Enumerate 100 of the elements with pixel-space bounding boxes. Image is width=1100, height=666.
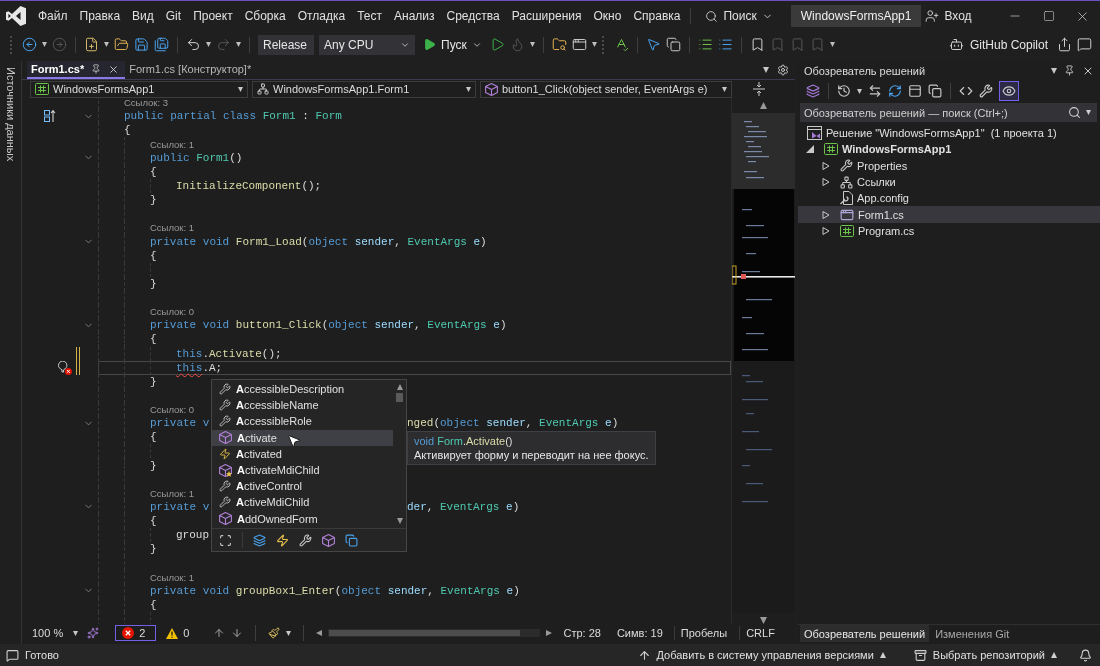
navigation-dropdown[interactable]: WindowsFormsApp1.Form1 [252,80,476,98]
lightbulb-error-icon[interactable] [58,360,72,375]
platform-dropdown[interactable]: Any CPU [319,34,415,55]
pin-icon[interactable] [91,64,102,74]
preview-toggle[interactable] [999,81,1019,101]
reference-count[interactable]: Ссылок: 1 [150,138,195,150]
sign-in-button[interactable]: Вход [921,6,976,26]
menu-item[interactable]: Проект [193,6,233,26]
menu-item[interactable]: Правка [79,6,121,26]
copy-icon[interactable] [665,37,681,52]
tab-list-icon[interactable] [763,67,769,73]
reference-count[interactable]: Ссылок: 1 [150,487,195,499]
copy-icon[interactable] [928,84,942,98]
dropdown-caret-icon[interactable] [1051,67,1057,74]
reference-count[interactable]: Ссылок: 0 [150,306,195,318]
dropdown-caret-icon[interactable] [42,42,47,47]
dropdown-caret-icon[interactable] [829,42,835,47]
sparkle-icon[interactable] [87,627,100,639]
navigation-dropdown[interactable]: button1_Click(object sender, EventArgs e) [480,80,732,98]
completion-item[interactable]: ActivateMdiChild [212,461,393,479]
wrench-icon[interactable] [299,533,312,547]
menu-item[interactable]: Сборка [244,6,286,26]
menu-item[interactable]: Файл [38,6,68,26]
tree-arrow-icon[interactable] [822,226,830,235]
pointer-icon[interactable] [645,37,661,52]
pin-icon[interactable] [1064,65,1075,76]
reference-count[interactable]: Ссылок: 3 [124,98,169,109]
search-field[interactable]: Обозреватель решений — поиск (Ctrl+;) [800,103,1097,122]
reference-count[interactable]: Ссылок: 1 [150,222,195,234]
tree-item[interactable]: Program.cs [798,222,1100,240]
copy-icon[interactable] [345,533,358,547]
dropdown-caret-icon[interactable] [104,42,109,47]
tree-item[interactable]: Properties [798,157,1100,174]
tree-item[interactable]: Решение "WindowsFormsApp1" (1 проекта 1) [798,125,1100,142]
scroll-down-icon[interactable] [760,617,767,624]
grid-arrow-icon[interactable] [44,110,56,123]
scroll-right-icon[interactable] [546,630,553,636]
back-icon[interactable] [22,37,37,52]
cube-icon[interactable] [322,533,335,547]
tree-arrow-icon[interactable] [822,161,830,170]
dropdown-caret-icon[interactable] [591,42,597,47]
zoom-dropdown[interactable]: 100 % [29,627,82,639]
scroll-left-icon[interactable] [316,630,323,636]
completion-item[interactable]: AccessibleRole [212,413,393,430]
configuration-dropdown[interactable]: Release [258,34,314,55]
list-icon[interactable] [697,37,713,52]
arrows-left-right-icon[interactable] [868,84,882,98]
source-control-button[interactable]: Добавить в систему управления версиями [633,645,890,665]
menu-item[interactable]: Тест [357,6,382,26]
scan-icon[interactable] [219,533,232,547]
tree-arrow-icon[interactable] [822,178,830,187]
menu-item[interactable]: Окно [593,6,622,26]
tree-item[interactable]: App.config [798,190,1100,207]
scroll-up-icon[interactable] [760,102,767,109]
scroll-up-icon[interactable] [396,384,403,390]
menu-item[interactable]: Справка [633,6,681,26]
side-tab[interactable]: Источники данных [4,65,17,164]
arrow-down-icon[interactable] [231,627,244,639]
tree-arrow-icon[interactable] [806,145,814,154]
completion-item[interactable]: Activated [212,445,393,462]
panel-tab[interactable]: Изменения Git [931,625,1014,642]
completion-item[interactable]: AccessibleName [212,397,393,414]
tree-item[interactable]: Form1.cs [798,206,1100,223]
dropdown-caret-icon[interactable] [529,42,535,47]
tree-item[interactable]: Ссылки [798,173,1100,191]
open-folder-icon[interactable] [114,37,129,52]
split-view-icon[interactable] [753,82,765,96]
paintbrush-icon[interactable] [268,627,281,639]
refresh-icon[interactable] [888,84,902,98]
bell-icon[interactable] [1079,648,1092,662]
bookmark-icon[interactable] [749,37,765,52]
repository-button[interactable]: Выбрать репозиторий [909,645,1061,665]
copilot-button[interactable]: GitHub Copilot [944,34,1052,55]
line-ending[interactable]: CRLF [739,626,781,640]
menu-item[interactable]: Вид [132,6,154,26]
code-icon[interactable] [959,84,973,98]
warning-count-button[interactable]: 0 [162,627,194,639]
caret-icon[interactable] [286,630,292,636]
reference-count[interactable]: Ссылок: 0 [150,404,195,415]
menu-item[interactable]: Отладка [297,6,346,26]
window-icon[interactable] [571,37,587,52]
line-number[interactable]: Стр: 28 [558,627,606,639]
speech-bubble-icon[interactable] [1077,37,1092,52]
layers-icon[interactable] [253,533,266,547]
completion-item[interactable]: ActiveControl [212,478,393,495]
dropdown-caret-icon[interactable] [857,88,862,94]
new-file-icon[interactable] [84,37,99,52]
tree-arrow-icon[interactable] [822,210,830,219]
save-icon[interactable] [134,37,149,52]
undo-icon[interactable] [186,37,201,52]
completion-item[interactable]: Activate [212,429,393,446]
dropdown-caret-icon[interactable] [206,42,211,47]
arrow-up-icon[interactable] [213,627,226,639]
folder-search-icon[interactable] [551,37,567,52]
history-icon[interactable] [837,84,851,98]
settings-icon[interactable] [777,64,789,76]
play-outline-icon[interactable] [489,37,505,52]
tree-item[interactable]: WindowsFormsApp1 [798,141,1100,158]
share-icon[interactable] [1057,37,1072,52]
menu-item[interactable]: Расширения [511,6,582,26]
